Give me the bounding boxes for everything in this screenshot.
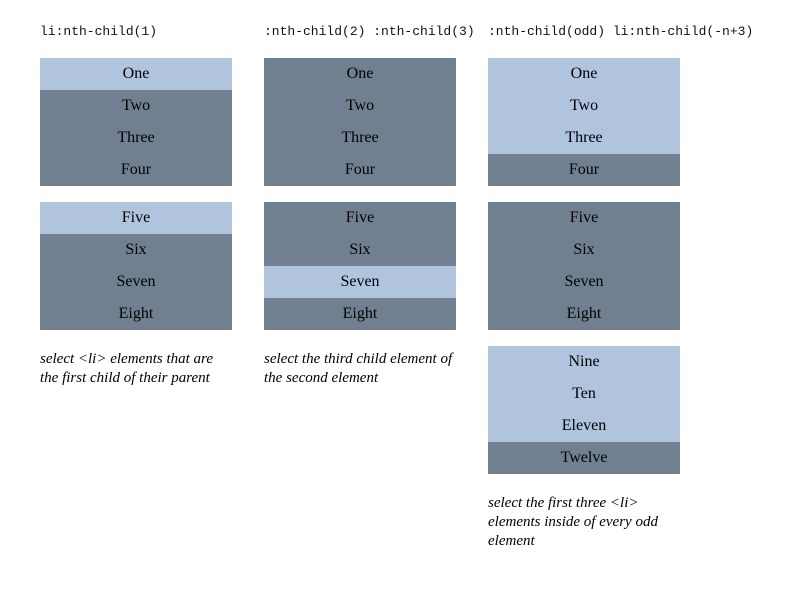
selector-caption-3: select the first three <li> elements ins… [488,495,658,549]
demo-list: One Two Three Four [488,58,680,186]
list-item: Three [264,122,456,154]
selector-caption-1: select <li> elements that are the first … [40,351,213,386]
list-item: Five [40,202,232,234]
demo-list: One Two Three Four [40,58,232,186]
selector-column-3: :nth-child(odd) li:nth-child(-n+3) One T… [488,24,754,551]
list-item: Five [264,202,456,234]
columns-container: li:nth-child(1) One Two Three Four Five … [40,24,760,551]
page-root: li:nth-child(1) One Two Three Four Five … [0,0,800,600]
selector-header-2: :nth-child(2) :nth-child(3) [264,24,475,39]
list-item: Two [264,90,456,122]
list-item: Ten [488,378,680,410]
demo-list: Five Six Seven Eight [40,202,232,330]
list-item: Two [40,90,232,122]
selector-header-3: :nth-child(odd) li:nth-child(-n+3) [488,24,754,39]
list-item: Six [40,234,232,266]
list-item: One [40,58,232,90]
demo-list: Five Six Seven Eight [488,202,680,330]
selector-column-2: :nth-child(2) :nth-child(3) One Two Thre… [264,24,475,388]
selector-header-1: li:nth-child(1) [40,24,158,39]
list-item: Four [264,154,456,186]
list-item: Seven [488,266,680,298]
list-item: Three [488,122,680,154]
list-item: Six [264,234,456,266]
list-item: Four [40,154,232,186]
demo-list: One Two Three Four [264,58,456,186]
lists-wrap-2: One Two Three Four Five Six Seven Eight [264,58,456,330]
list-item: Eleven [488,410,680,442]
list-item: Seven [264,266,456,298]
list-item: Eight [264,298,456,330]
list-item: Two [488,90,680,122]
selector-column-1: li:nth-child(1) One Two Three Four Five … [40,24,232,388]
list-item: Eight [40,298,232,330]
lists-wrap-1: One Two Three Four Five Six Seven Eight [40,58,232,330]
list-item: One [488,58,680,90]
list-item: Five [488,202,680,234]
selector-caption-2: select the third child element of the se… [264,351,453,386]
list-item: Twelve [488,442,680,474]
list-item: Eight [488,298,680,330]
demo-list: Five Six Seven Eight [264,202,456,330]
demo-list: Nine Ten Eleven Twelve [488,346,680,474]
list-item: Six [488,234,680,266]
list-item: One [264,58,456,90]
list-item: Three [40,122,232,154]
list-item: Four [488,154,680,186]
list-item: Seven [40,266,232,298]
list-item: Nine [488,346,680,378]
lists-wrap-3: One Two Three Four Five Six Seven Eight … [488,58,680,474]
